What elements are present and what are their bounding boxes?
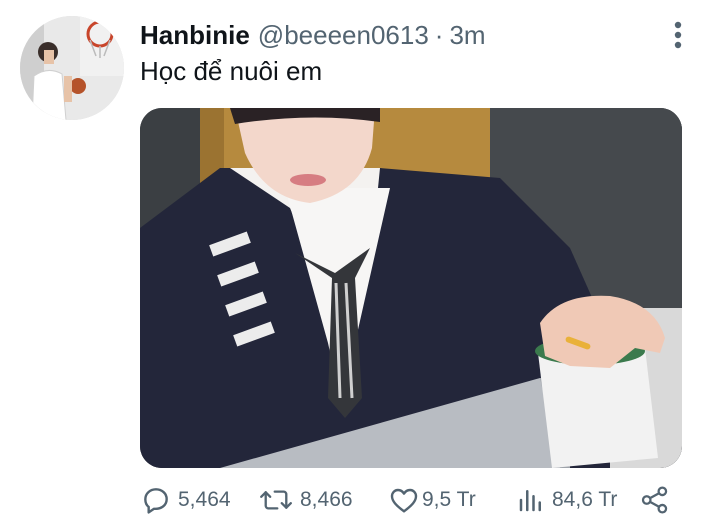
more-vertical-icon bbox=[674, 21, 682, 49]
tweet-actions: 5,464 8,466 9,5 Tr 84,6 Tr bbox=[140, 482, 680, 518]
heart-icon bbox=[390, 488, 418, 513]
tweet: Hanbinie @beeeen0613 · 3m Học để nuôi em bbox=[0, 0, 720, 530]
reply-count: 5,464 bbox=[178, 488, 231, 511]
tweet-media[interactable] bbox=[140, 108, 682, 468]
like-count: 9,5 Tr bbox=[422, 488, 476, 511]
reply-button[interactable]: 5,464 bbox=[140, 482, 231, 518]
avatar-image bbox=[20, 16, 124, 120]
display-name[interactable]: Hanbinie bbox=[140, 18, 250, 52]
like-button[interactable]: 9,5 Tr bbox=[388, 482, 476, 518]
avatar[interactable] bbox=[20, 16, 124, 120]
tweet-header: Hanbinie @beeeen0613 · 3m bbox=[140, 18, 486, 52]
analytics-icon bbox=[519, 490, 541, 512]
timestamp[interactable]: 3m bbox=[449, 18, 485, 52]
retweet-icon bbox=[260, 490, 292, 510]
share-button[interactable] bbox=[638, 482, 672, 518]
tweet-photo bbox=[140, 108, 682, 468]
separator-dot: · bbox=[434, 20, 444, 50]
tweet-text: Học để nuôi em bbox=[140, 56, 323, 86]
reply-icon bbox=[144, 488, 168, 514]
views-count: 84,6 Tr bbox=[552, 488, 618, 511]
more-options-button[interactable] bbox=[664, 20, 692, 50]
retweet-button[interactable]: 8,466 bbox=[258, 482, 353, 518]
share-icon bbox=[641, 486, 668, 514]
retweet-count: 8,466 bbox=[300, 488, 353, 511]
views-button[interactable]: 84,6 Tr bbox=[516, 482, 617, 518]
user-handle[interactable]: @beeeen0613 bbox=[258, 18, 429, 52]
